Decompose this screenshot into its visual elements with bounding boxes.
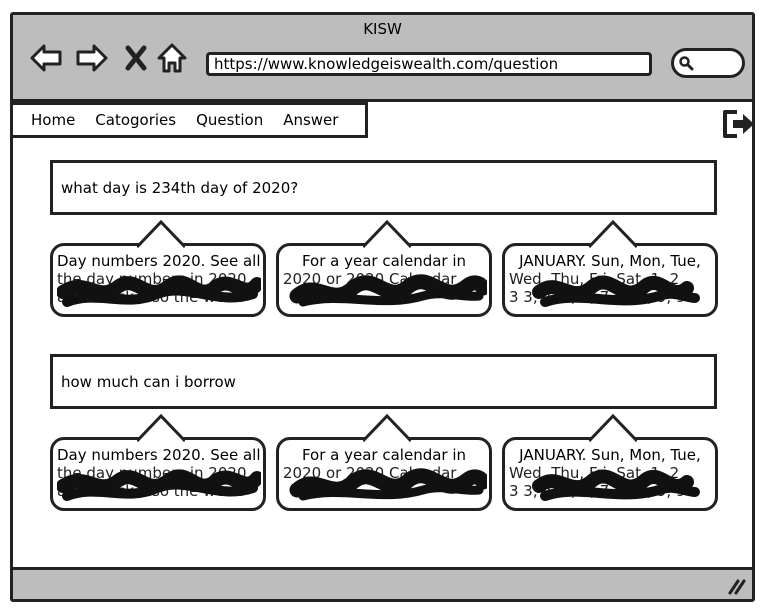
top-menu: Home Catogories Question Answer — [10, 102, 368, 138]
logout-icon[interactable] — [721, 108, 757, 140]
answer-card[interactable]: JANUARY. Sun, Mon, Tue, Wed, Thu, Fri, S… — [502, 220, 718, 317]
answer-card[interactable]: Day numbers 2020. See all the day number… — [50, 414, 266, 511]
menu-item-answer[interactable]: Answer — [283, 111, 338, 129]
redaction-scribble — [57, 469, 261, 501]
address-bar[interactable]: https://www.knowledgeiswealth.com/questi… — [206, 52, 652, 76]
question-box[interactable]: how much can i borrow — [50, 354, 717, 409]
back-arrow-icon — [30, 44, 62, 72]
bubble-pointer — [363, 414, 411, 442]
menu-item-question[interactable]: Question — [196, 111, 263, 129]
back-button[interactable] — [29, 41, 63, 75]
bubble-pointer — [137, 414, 185, 442]
answer-card[interactable]: Day numbers 2020. See all the day number… — [50, 220, 266, 317]
question-box[interactable]: what day is 234th day of 2020? — [50, 160, 717, 215]
answer-card[interactable]: For a year calendar in 2020 or 2020 Cale… — [276, 414, 492, 511]
bubble-pointer — [589, 220, 637, 248]
home-icon — [157, 43, 187, 73]
redaction-scribble — [532, 469, 700, 501]
forward-arrow-icon — [76, 44, 108, 72]
home-button[interactable] — [155, 41, 189, 75]
redaction-scribble — [57, 275, 261, 307]
search-icon — [679, 56, 694, 71]
resize-grip-icon[interactable] — [726, 577, 746, 595]
menu-item-categories[interactable]: Catogories — [95, 111, 176, 129]
bubble-pointer — [589, 414, 637, 442]
browser-window: KISW https://www.knowledgeiswealth.com/q… — [10, 12, 755, 602]
bubble-pointer — [137, 220, 185, 248]
search-field[interactable] — [671, 48, 745, 78]
answer-card[interactable]: JANUARY. Sun, Mon, Tue, Wed, Thu, Fri, S… — [502, 414, 718, 511]
window-title: KISW — [363, 20, 402, 38]
title-bar: KISW https://www.knowledgeiswealth.com/q… — [13, 15, 752, 102]
bubble-pointer — [363, 220, 411, 248]
stop-button[interactable] — [119, 41, 153, 75]
redaction-scribble — [289, 274, 487, 307]
answer-card[interactable]: For a year calendar in 2020 or 2020 Cale… — [276, 220, 492, 317]
forward-button[interactable] — [75, 41, 109, 75]
close-icon — [125, 45, 147, 71]
status-bar — [13, 567, 752, 599]
redaction-scribble — [532, 275, 700, 307]
menu-item-home[interactable]: Home — [31, 111, 75, 129]
redaction-scribble — [289, 468, 487, 501]
